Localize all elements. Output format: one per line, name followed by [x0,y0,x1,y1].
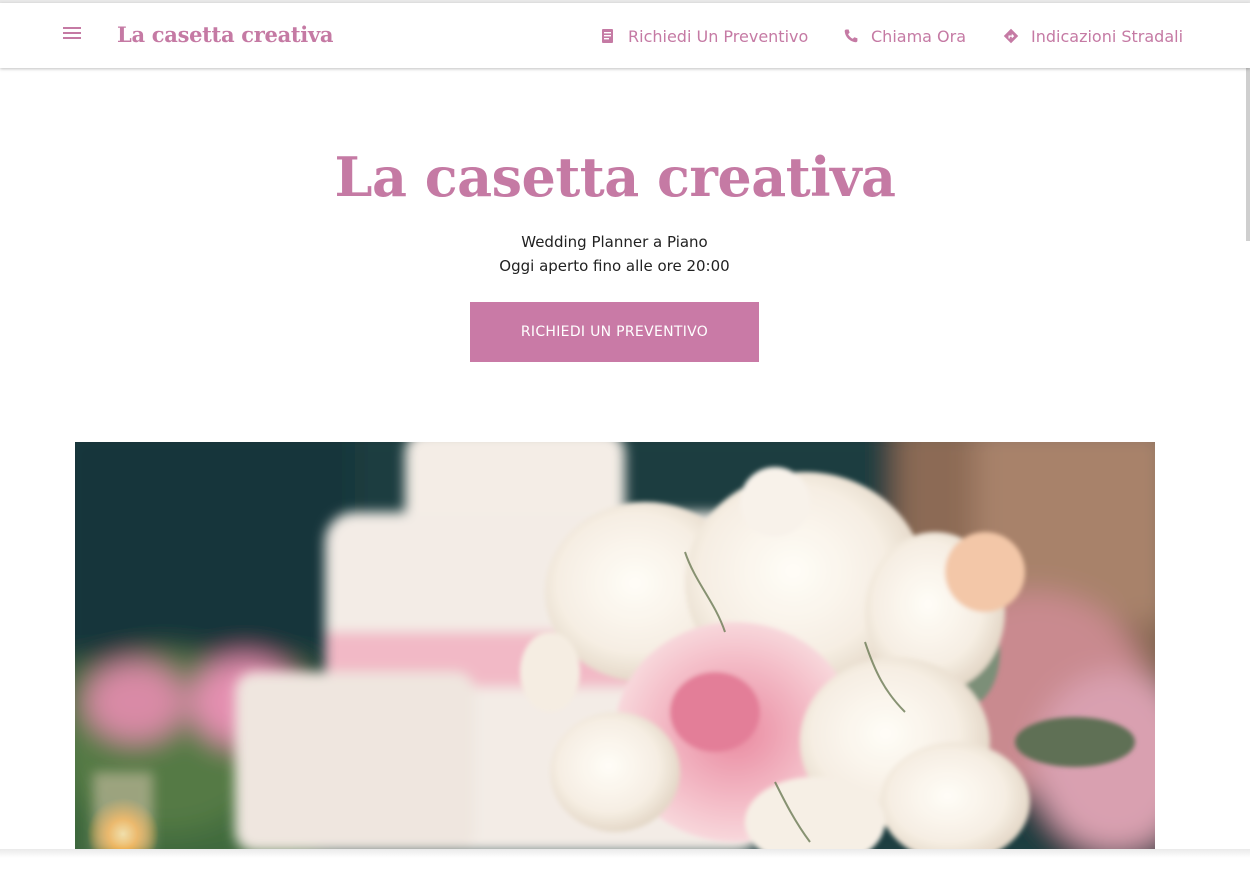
nav-request-quote-label: Richiedi Un Preventivo [628,26,809,46]
request-quote-button[interactable]: RICHIEDI UN PREVENTIVO [470,302,759,362]
brand-name[interactable]: La casetta creativa [117,22,333,47]
directions-icon [1003,28,1019,44]
hamburger-menu-icon[interactable] [62,25,84,43]
document-icon [602,29,613,43]
phone-icon [844,29,858,43]
top-navbar: La casetta creativa Richiedi Un Preventi… [0,3,1250,68]
hero-title: La casetta creativa [334,145,896,209]
nav-call-now-label: Chiama Ora [871,26,967,46]
nav-call-now-link[interactable]: Chiama Ora [843,25,966,47]
hero-subtitle: Wedding Planner a Piano [521,233,708,251]
nav-directions-link[interactable]: Indicazioni Stradali [1003,25,1183,47]
nav-directions-label: Indicazioni Stradali [1031,26,1184,46]
hero-image [75,442,1155,851]
opening-hours: Oggi aperto fino alle ore 20:00 [499,257,730,275]
nav-request-quote-link[interactable]: Richiedi Un Preventivo [600,25,808,47]
scrollbar[interactable] [1246,68,1250,241]
viewport-bottom-edge [0,849,1250,871]
